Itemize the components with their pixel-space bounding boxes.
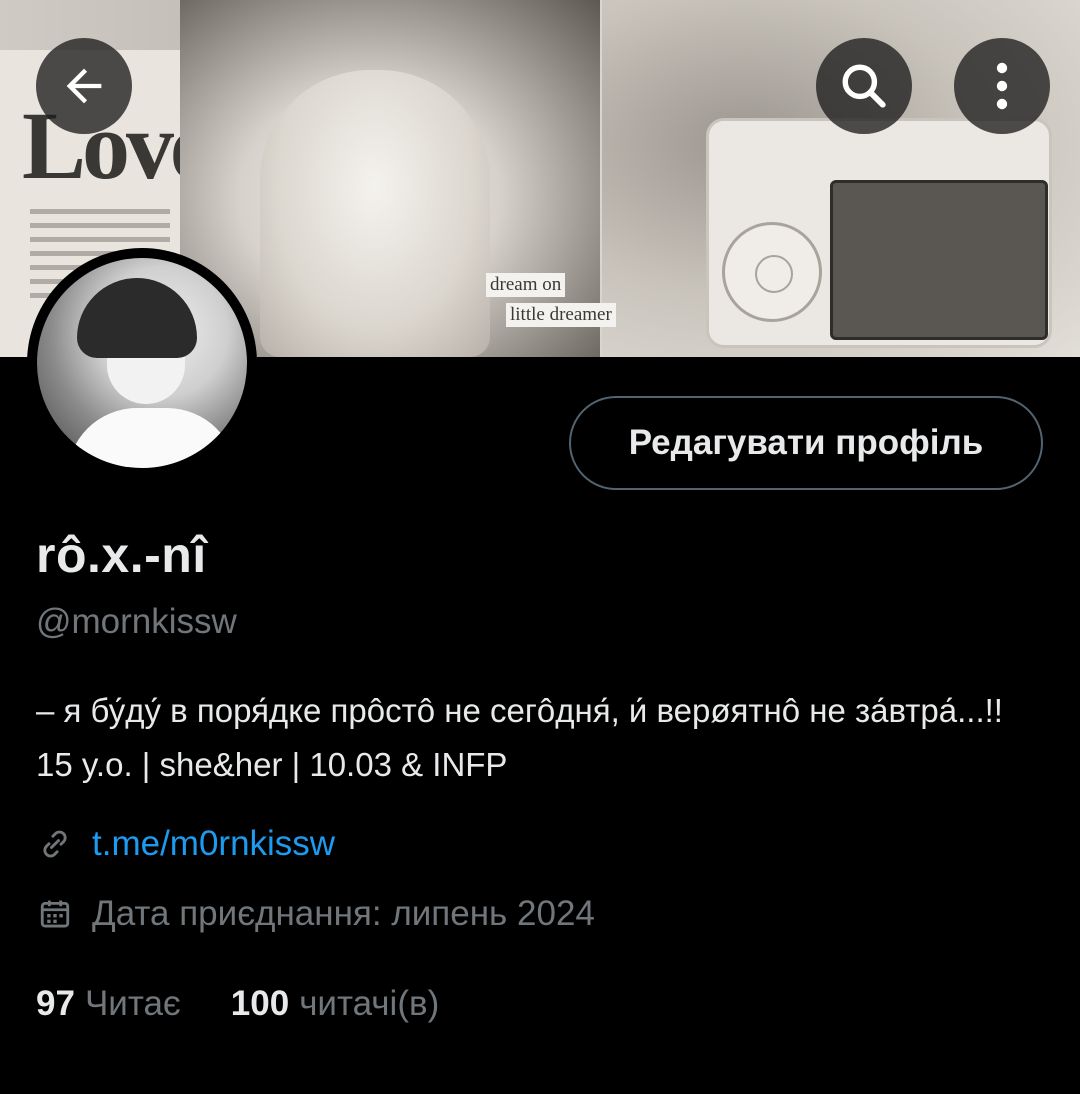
arrow-left-icon (66, 68, 102, 104)
calendar-icon (36, 895, 74, 933)
more-vertical-icon (996, 62, 1008, 110)
profile-bio: – я бу́ду́ в поря́дке прôстô не сегôдня́… (36, 692, 1003, 783)
back-button[interactable] (36, 38, 132, 134)
edit-profile-button[interactable]: Редагувати профіль (569, 396, 1043, 490)
join-date-row: Дата приєднання: липень 2024 (36, 894, 595, 934)
avatar-image (37, 258, 247, 468)
following-count: 97 (36, 984, 75, 1023)
link-icon (36, 825, 74, 863)
display-name: rô.x.-nî (36, 527, 207, 583)
banner-caption-1: dream on (486, 273, 566, 297)
follow-stats: 97 Читає 100 читачі(в) (36, 984, 439, 1024)
search-icon (842, 64, 886, 108)
profile-link-row: t.me/m0rnkissw (36, 824, 335, 864)
avatar[interactable] (27, 248, 257, 478)
search-button[interactable] (816, 38, 912, 134)
join-date: Дата приєднання: липень 2024 (92, 894, 595, 933)
banner-caption-2: little dreamer (506, 303, 616, 327)
following-label: Читає (84, 984, 181, 1023)
followers-link[interactable]: 100 читачі(в) (231, 984, 439, 1024)
followers-count: 100 (230, 984, 290, 1023)
profile-link[interactable]: t.me/m0rnkissw (92, 824, 335, 864)
more-options-button[interactable] (954, 38, 1050, 134)
followers-label: читачі(в) (299, 984, 440, 1023)
following-link[interactable]: 97 Читає (36, 984, 181, 1024)
user-handle: @mornkissw (36, 602, 237, 641)
